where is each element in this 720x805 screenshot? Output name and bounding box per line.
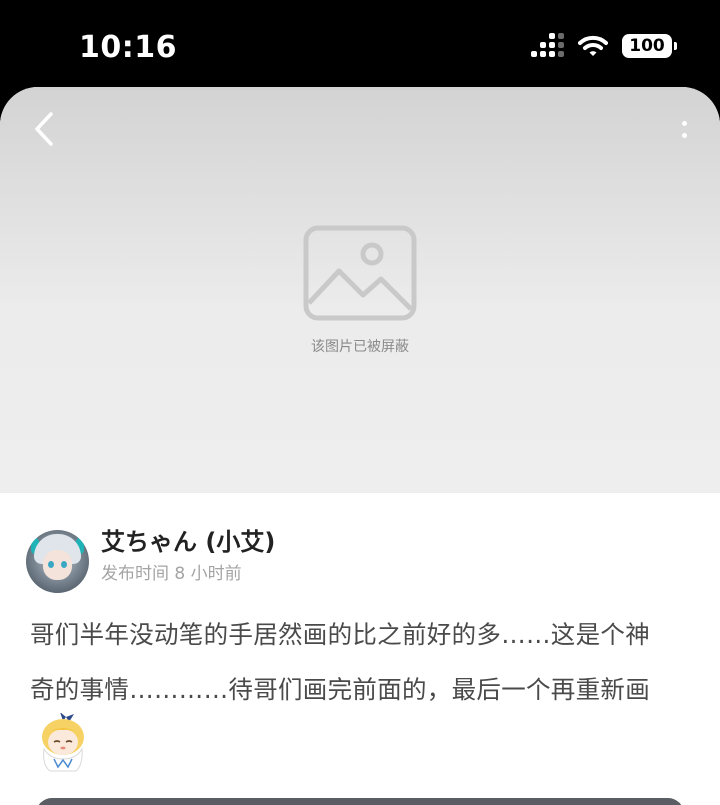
post-content: 哥们半年没动笔的手居然画的比之前好的多……这是个神 奇的事情…………待哥们画完前… — [30, 607, 695, 717]
battery-icon: 100 — [622, 34, 677, 58]
more-vertical-icon — [681, 120, 687, 126]
battery-level: 100 — [629, 36, 665, 56]
author-row: 艾ちゃん (小艾) 发布时间 8 小时前 — [26, 528, 275, 593]
comment-bar[interactable] — [36, 798, 684, 805]
phone-screen: 10:16 100 该图片已被屏蔽 艾ちゃん (小艾) 发布时间 8 小时前 哥… — [0, 0, 720, 805]
status-bar: 10:16 100 — [0, 0, 720, 90]
status-time: 10:16 — [79, 30, 177, 65]
avatar[interactable] — [26, 530, 89, 593]
cellular-signal-icon — [531, 33, 564, 57]
image-blocked-label: 该图片已被屏蔽 — [311, 339, 409, 355]
post-content-line: 哥们半年没动笔的手居然画的比之前好的多……这是个神 — [30, 620, 650, 649]
post-content-line: 奇的事情…………待哥们画完前面的，最后一个再重新画 — [30, 675, 650, 704]
back-button[interactable] — [24, 107, 64, 151]
back-chevron-icon — [35, 112, 53, 146]
post-time-value: 8 小时前 — [174, 564, 242, 584]
wifi-icon — [578, 35, 608, 56]
anime-girl-sticker-icon — [42, 713, 84, 772]
more-options-button[interactable] — [670, 109, 698, 149]
author-info: 艾ちゃん (小艾) 发布时间 8 小时前 — [101, 526, 275, 584]
post-timestamp: 发布时间 8 小时前 — [101, 559, 275, 584]
image-placeholder-icon — [303, 225, 417, 321]
status-icons: 100 — [531, 33, 677, 58]
post-detail-page: 该图片已被屏蔽 艾ちゃん (小艾) 发布时间 8 小时前 哥们半年没动笔的手居然… — [0, 87, 720, 805]
author-name[interactable]: 艾ちゃん (小艾) — [101, 526, 275, 558]
post-image-area[interactable]: 该图片已被屏蔽 — [0, 87, 720, 493]
post-time-label: 发布时间 — [101, 564, 169, 584]
